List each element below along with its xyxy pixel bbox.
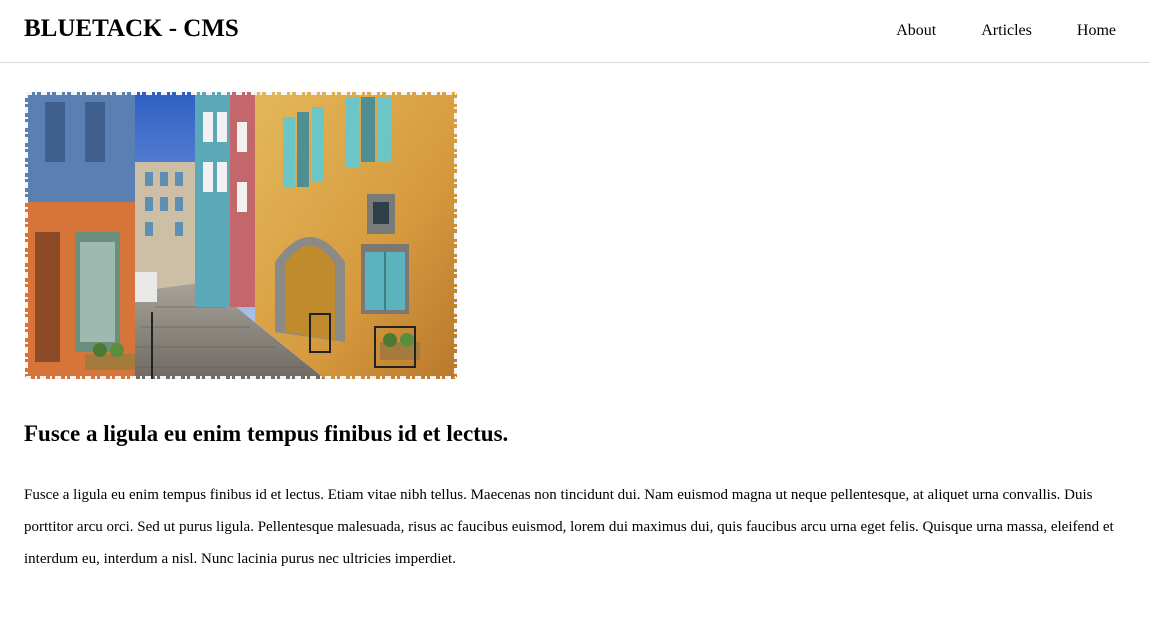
site-header: BLUETACK - CMS About Articles Home <box>0 0 1150 63</box>
nav-link-about[interactable]: About <box>896 21 936 41</box>
street-painting-illustration <box>25 92 457 379</box>
main-nav: About Articles Home <box>896 21 1116 41</box>
article-body: Fusce a ligula eu enim tempus finibus id… <box>24 487 1114 567</box>
site-title[interactable]: BLUETACK - CMS <box>24 14 239 44</box>
article-hero-image <box>25 92 457 379</box>
nav-link-articles[interactable]: Articles <box>981 21 1032 41</box>
nav-link-home[interactable]: Home <box>1077 21 1116 41</box>
article-title: Fusce a ligula eu enim tempus finibus id… <box>24 421 509 446</box>
